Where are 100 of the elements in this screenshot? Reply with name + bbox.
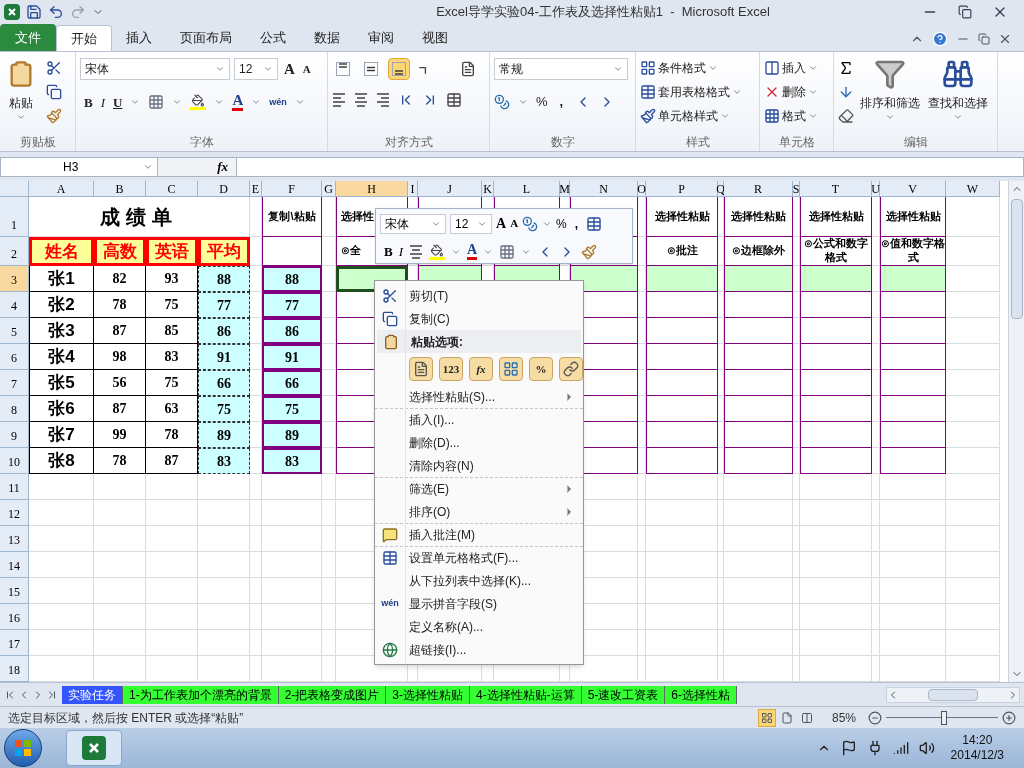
column-header[interactable]: H [336,181,408,197]
paste-option-button[interactable]: 123 [439,357,463,381]
font-name-field[interactable]: 宋体 [380,213,446,234]
row-header[interactable]: 4 [0,292,29,318]
cells-menu-button[interactable]: 格式 [764,106,829,126]
italic-button[interactable]: I [398,242,403,262]
row-header[interactable]: 13 [0,526,29,552]
ribbon-tab[interactable]: 数据 [300,25,354,51]
menu-item[interactable]: 超链接(I)... [405,638,583,661]
cells-menu-button[interactable]: 删除 [764,82,829,102]
paste-option-button[interactable]: fx [469,357,493,381]
column-header[interactable]: J [418,181,482,197]
column-header[interactable]: T [800,181,872,197]
column-header[interactable]: A [29,181,94,197]
bold-button[interactable]: B [384,242,393,262]
row-header[interactable]: 16 [0,604,29,630]
menu-item[interactable]: 清除内容(N) [405,454,583,477]
row-header[interactable]: 3 [0,266,29,292]
ribbon-tab[interactable]: 审阅 [354,25,408,51]
ribbon-tab[interactable]: 插入 [112,25,166,51]
row-header[interactable]: 18 [0,656,29,682]
clock-time[interactable]: 14:20 [962,733,993,748]
grow-font-button[interactable]: A [282,58,297,81]
sheet-tab[interactable]: 2-把表格变成图片 [278,685,387,704]
row-header[interactable]: 10 [0,448,29,474]
row-header[interactable]: 1 [0,197,29,237]
menu-item[interactable]: 显示拼音字段(S) [405,592,583,615]
column-header[interactable]: W [946,181,1000,197]
underline-button[interactable]: U [113,92,123,112]
row-header[interactable]: 7 [0,370,29,396]
cells-menu-button[interactable]: 插入 [764,58,829,78]
name-box[interactable]: H3 [0,157,158,177]
paste-option-button[interactable]: % [529,357,553,381]
column-header[interactable]: C [146,181,198,197]
column-header[interactable]: D [198,181,250,197]
styles-menu-button[interactable]: 单元格样式 [640,106,755,126]
row-header[interactable]: 2 [0,237,29,266]
menu-item[interactable]: 复制(C) [405,307,583,330]
clock-date[interactable]: 2014/12/3 [950,748,1004,763]
column-header[interactable]: G [322,181,336,197]
column-header[interactable]: R [724,181,793,197]
font-color-button[interactable]: A [467,243,478,261]
sheet-tab[interactable]: 1-为工作表加个漂亮的背景 [123,685,279,704]
sheet-tab[interactable]: 6-选择性粘 [665,685,738,704]
font-name-field[interactable]: 宋体 [80,58,230,81]
row-header[interactable]: 11 [0,474,29,500]
bold-button[interactable]: B [84,92,93,112]
number-format-field[interactable]: 常规 [494,58,628,80]
shrink-font-button[interactable]: A [510,215,519,232]
ribbon-tab[interactable]: 页面布局 [166,25,246,51]
editing-button[interactable]: 排序和筛选 [858,58,922,124]
comma-button[interactable]: , [570,214,583,233]
paste-button[interactable]: 粘贴 [4,58,38,124]
column-header[interactable]: B [94,181,146,197]
menu-item[interactable]: 排序(O) [405,500,583,523]
column-header[interactable]: V [880,181,946,197]
file-tab[interactable]: 文件 [0,24,56,51]
row-header[interactable]: 9 [0,422,29,448]
column-header[interactable]: N [570,181,638,197]
menu-item[interactable]: 设置单元格格式(F)... [405,547,583,569]
row-header[interactable]: 15 [0,578,29,604]
sheet-tab[interactable]: 3-选择性粘贴 [386,685,470,704]
sheet-tab[interactable]: 4-选择性粘贴-运算 [470,685,582,704]
shrink-font-button[interactable]: A [300,61,313,78]
column-header[interactable]: F [262,181,322,197]
column-header[interactable]: E [250,181,262,197]
ribbon-tab[interactable]: 视图 [408,25,462,51]
row-header[interactable]: 14 [0,552,29,578]
row-header[interactable]: 8 [0,396,29,422]
zoom-level[interactable]: 85% [831,708,856,727]
phonetic-button[interactable]: wén [269,95,287,109]
row-header[interactable]: 6 [0,344,29,370]
menu-item[interactable]: 删除(D)... [405,431,583,454]
menu-item[interactable]: 剪切(T) [405,284,583,307]
menu-item[interactable]: 选择性粘贴(S)... [405,385,583,408]
row-header[interactable]: 5 [0,318,29,344]
sheet-tab[interactable]: 实验任务 [62,685,123,704]
menu-item[interactable]: 定义名称(A)... [405,615,583,638]
font-color-button[interactable]: A [232,93,244,112]
menu-item[interactable]: 插入批注(M) [405,524,583,546]
insert-function-button[interactable]: fx [217,157,228,177]
column-header[interactable]: K [482,181,494,197]
styles-menu-button[interactable]: 条件格式 [640,58,755,78]
font-size-field[interactable]: 12 [450,213,492,234]
comma-button[interactable]: , [555,92,568,112]
italic-button[interactable]: I [100,92,105,112]
percent-button[interactable]: % [536,92,548,112]
ribbon-tab[interactable]: 公式 [246,25,300,51]
font-size-field[interactable]: 12 [234,58,278,81]
grow-font-button[interactable]: A [496,213,507,234]
row-header[interactable]: 12 [0,500,29,526]
styles-menu-button[interactable]: 套用表格格式 [640,82,755,102]
menu-item[interactable]: 从下拉列表中选择(K)... [405,569,583,592]
column-header[interactable]: P [646,181,718,197]
column-header[interactable]: L [494,181,560,197]
ribbon-tab[interactable]: 开始 [56,25,112,51]
menu-item[interactable]: 插入(I)... [405,409,583,431]
menu-item[interactable]: 筛选(E) [405,478,583,500]
percent-button[interactable]: % [556,214,567,233]
row-header[interactable]: 17 [0,630,29,656]
